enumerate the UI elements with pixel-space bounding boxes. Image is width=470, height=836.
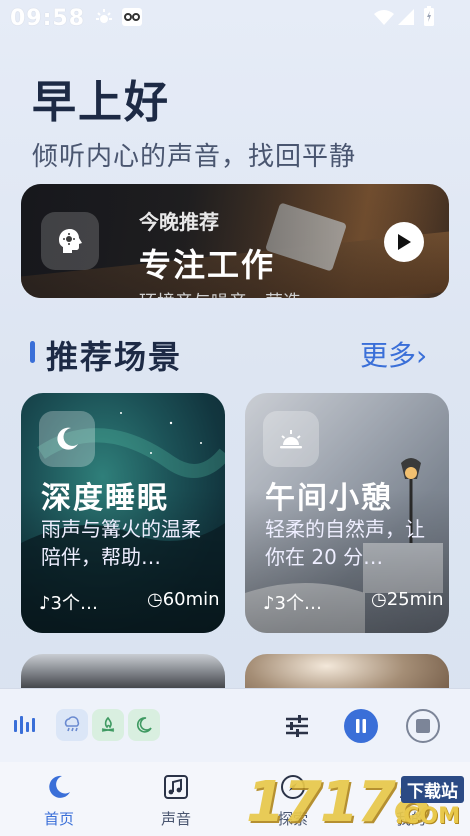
scene-card-deep-sleep[interactable]: 深度睡眠 雨声与篝火的温柔陪伴，帮助… ♪3个… ◷60min: [21, 393, 225, 633]
mini-chip-moon[interactable]: [128, 709, 160, 741]
pause-button[interactable]: [344, 709, 378, 743]
card-track-count: 3个…: [274, 593, 322, 614]
card-meta: ♪3个… ◷60min: [39, 589, 220, 615]
watermark-tag: 下载站: [401, 776, 464, 803]
stop-icon: [416, 719, 430, 733]
featured-icon-box: [41, 212, 99, 270]
more-link-label: 更多: [360, 339, 417, 372]
featured-kicker: 今晚推荐: [139, 210, 219, 234]
card-description: 轻柔的自然声，让你在 20 分…: [265, 517, 425, 569]
signal-icon: [398, 9, 414, 25]
mini-player: [0, 688, 470, 762]
card-icon-box: [39, 411, 95, 467]
site-watermark: 17178 下载站 .COM: [246, 770, 468, 835]
featured-description: 环境音与噪音，营造: [139, 288, 301, 298]
brain-icon: [59, 229, 82, 253]
music-note-icon: ♪: [39, 593, 51, 614]
moon-icon: [49, 775, 70, 798]
section-accent-bar: [30, 341, 35, 363]
card-duration: 60min: [162, 589, 220, 610]
play-button[interactable]: [384, 222, 424, 262]
card-duration: 25min: [386, 589, 444, 610]
sliders-icon[interactable]: [284, 713, 310, 739]
nav-item-label: 首页: [43, 810, 74, 828]
greeting-subtitle: 倾听内心的声音，找回平静: [32, 142, 357, 172]
nav-item-home[interactable]: 首页: [14, 774, 104, 829]
nav-item-label: 声音: [160, 810, 191, 828]
watermark-domain: .COM: [394, 804, 460, 829]
clock-icon: ◷: [371, 589, 387, 610]
mini-chip-rain[interactable]: [56, 709, 88, 741]
featured-title: 专注工作: [139, 246, 276, 284]
section-title: 推荐场景: [46, 338, 183, 376]
sunrise-icon: [280, 430, 302, 449]
card-description: 雨声与篝火的温柔陪伴，帮助…: [41, 517, 201, 569]
campfire-icon: [101, 716, 115, 732]
play-icon: [398, 234, 411, 250]
stop-button[interactable]: [406, 709, 440, 743]
clock-icon: ◷: [147, 589, 163, 610]
mini-chip-campfire[interactable]: [92, 709, 124, 741]
scene-card-noon-nap[interactable]: 午间小憩 轻柔的自然声，让你在 20 分… ♪3个… ◷25min: [245, 393, 449, 633]
status-bar: 09:58: [0, 0, 470, 36]
card-title: 深度睡眠: [41, 481, 169, 516]
status-time: 09:58: [10, 6, 86, 31]
music-note-icon: ♪: [263, 593, 275, 614]
card-meta: ♪3个… ◷25min: [263, 589, 444, 615]
chevron-right-icon: ›: [416, 339, 428, 372]
battery-icon: [424, 6, 434, 26]
nav-item-sounds[interactable]: 声音: [131, 774, 221, 829]
more-link[interactable]: 更多›: [360, 334, 427, 374]
card-icon-box: [263, 411, 319, 467]
rain-icon: [64, 716, 80, 732]
moon-icon: [136, 717, 152, 733]
card-track-count: 3个…: [50, 593, 98, 614]
wifi-icon: [374, 10, 394, 25]
brightness-icon: [96, 9, 112, 23]
card-title: 午间小憩: [265, 481, 393, 516]
pause-icon: [356, 719, 366, 733]
app-notification-icon: [122, 8, 142, 26]
moon-icon: [57, 427, 78, 450]
equalizer-icon: [14, 716, 35, 734]
music-note-icon: [164, 775, 188, 799]
greeting-title: 早上好: [32, 77, 170, 128]
